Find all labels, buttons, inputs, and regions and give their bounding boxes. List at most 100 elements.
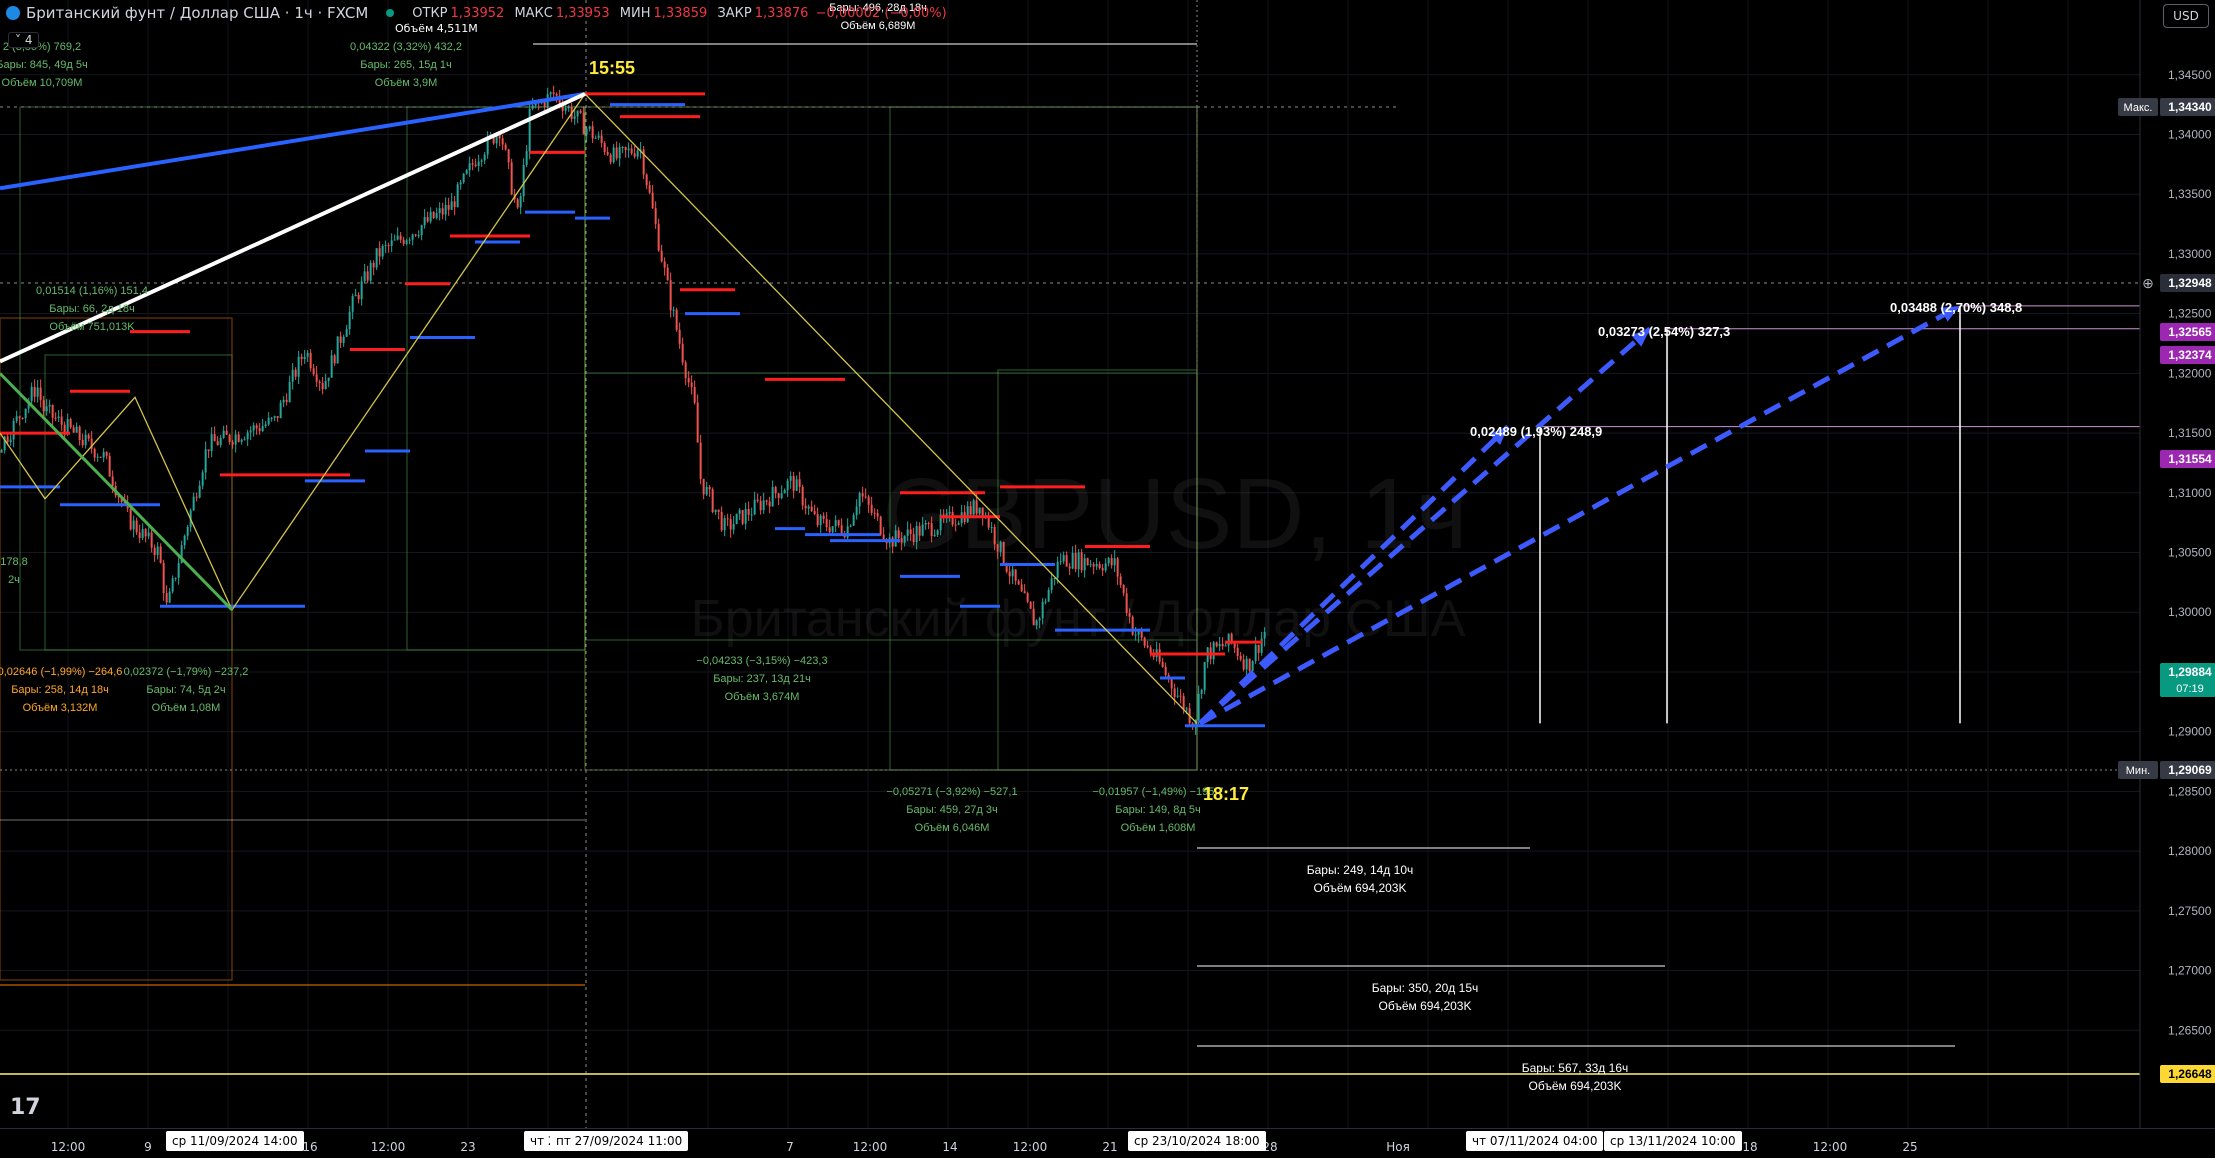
candle-body (822, 515, 825, 520)
candle-body (633, 153, 636, 157)
candle-body (369, 262, 372, 281)
candle-body (675, 309, 678, 330)
candle-body (351, 296, 354, 312)
candle-body (936, 530, 939, 535)
candle-body (132, 520, 135, 530)
candle-body (354, 294, 357, 297)
candle-body (909, 529, 912, 535)
candle-body (465, 170, 468, 174)
projection-volume-label: Объём 694,203K (1379, 999, 1472, 1013)
candle-body (861, 493, 864, 497)
candle-body (1182, 696, 1185, 710)
candle-body (1218, 643, 1221, 647)
candle-body (1110, 557, 1113, 566)
candle-body (1134, 634, 1137, 636)
green-trend-line (0, 372, 234, 611)
candle-body (468, 163, 471, 171)
candle-body (1137, 631, 1140, 635)
candle-body (474, 164, 477, 167)
currency-button[interactable]: USD (2163, 4, 2209, 28)
candle-body (690, 382, 693, 387)
candle-body (411, 234, 414, 240)
candle-body (807, 506, 810, 509)
candle-body (1239, 655, 1242, 660)
collapse-indicators-button[interactable]: ˅ 4 (8, 32, 40, 48)
candle-body (1032, 608, 1035, 626)
candle-body (999, 541, 1002, 552)
measurement-label: 0,02372 (−1,79%) −237,2 (124, 666, 249, 678)
candle-body (153, 547, 156, 556)
candle-body (417, 235, 420, 237)
candle-body (156, 546, 159, 556)
candle-body (1026, 593, 1029, 602)
candle-body (708, 487, 711, 490)
candle-body (897, 530, 900, 539)
time-tick-label: 9 (144, 1140, 152, 1154)
candle-body (933, 534, 936, 537)
candle-body (219, 437, 222, 446)
candle-body (1035, 620, 1038, 626)
candle-body (1098, 564, 1101, 569)
price-tick-label: 1,28000 (2168, 844, 2212, 858)
projection-label: 0,03488 (2,70%) 348,8 (1890, 300, 2022, 315)
candle-body (213, 434, 216, 442)
time-tick-label: 16 (302, 1140, 318, 1154)
candle-body (273, 416, 276, 418)
price-tick-label: 1,33000 (2168, 247, 2212, 261)
candle-body (42, 400, 45, 412)
candle-body (141, 529, 144, 538)
measurement-label: 178,8 (0, 556, 28, 568)
candle-body (696, 402, 699, 443)
candle-body (243, 439, 246, 441)
candle-body (303, 356, 306, 360)
candle-body (915, 526, 918, 543)
candle-body (186, 526, 189, 536)
candle-body (714, 509, 717, 513)
price-tick-label: 1,32500 (2168, 307, 2212, 321)
candle-body (783, 490, 786, 494)
candle-body (894, 530, 897, 547)
candle-body (381, 245, 384, 257)
price-chart[interactable]: GBPUSD, 1ч Британский фунт / Доллар США … (0, 0, 2215, 1158)
candle-body (1248, 658, 1251, 671)
candle-body (222, 430, 225, 438)
candle-body (129, 508, 132, 530)
candle-body (777, 493, 780, 499)
time-tick-label: 7 (786, 1140, 794, 1154)
time-tick-label: Ноя (1386, 1140, 1410, 1154)
symbol-title[interactable]: Британский фунт / Доллар США · 1ч · FXCM (26, 4, 368, 22)
ohlc-values: ОТКР 1,33952 МАКС 1,33953 МИН 1,33859 ЗАКР 1… (406, 6, 946, 21)
candle-body (99, 456, 102, 458)
candle-body (645, 174, 648, 186)
candle-body (1068, 566, 1071, 569)
candle-body (471, 163, 474, 165)
candle-body (993, 527, 996, 545)
time-mark-label: 15:55 (589, 58, 635, 78)
time-tick-label: 21 (1102, 1140, 1118, 1154)
candle-body (483, 154, 486, 161)
measure-box (406, 106, 586, 651)
price-tick-label: 1,34000 (2168, 127, 2212, 141)
candle-body (606, 152, 609, 155)
candle-body (501, 138, 504, 145)
candle-body (612, 147, 615, 163)
measurement-label: Объём 1,08M (152, 702, 221, 714)
candle-body (1020, 584, 1023, 592)
candle-body (9, 439, 12, 442)
candle-body (957, 523, 960, 525)
price-axis[interactable]: 1,34500 1,34000 1,33500 1,33000 1,32500 1,320… (2118, 0, 2215, 1128)
candle-body (207, 449, 210, 452)
price-tag-value: 1,32565 (2168, 325, 2212, 339)
candle-body (1260, 638, 1263, 653)
candle-body (60, 416, 63, 425)
candle-body (774, 487, 777, 494)
candle-body (975, 500, 978, 514)
candle-body (246, 432, 249, 440)
candle-body (1227, 633, 1230, 646)
candle-body (717, 509, 720, 512)
market-open-icon (386, 9, 395, 17)
tradingview-logo-icon[interactable]: 17 (10, 1095, 41, 1120)
candle-body (225, 430, 228, 435)
candle-body (297, 356, 300, 377)
candle-body (882, 534, 885, 540)
